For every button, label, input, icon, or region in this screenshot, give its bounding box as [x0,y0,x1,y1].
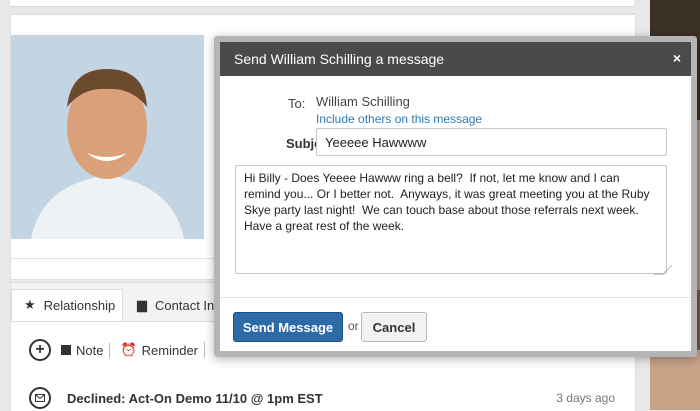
page-top-strip [10,0,634,7]
mail-icon [29,387,51,409]
star-icon: ★ [24,297,36,312]
to-label: To: [288,96,306,111]
dialog-header: Send William Schilling a message × [220,42,691,76]
send-message-button[interactable]: Send Message [233,312,343,342]
include-others-link[interactable]: Include others on this message [316,112,482,126]
close-icon[interactable]: × [673,50,681,66]
message-dialog: Send William Schilling a message × To: W… [214,36,697,357]
action-bar: + Note ⏰ Reminder [29,339,206,361]
note-action[interactable]: Note [61,342,111,358]
add-icon[interactable]: + [29,339,51,361]
profile-photo-image [11,35,204,239]
note-icon [61,345,71,355]
dialog-title: Send William Schilling a message [234,51,445,67]
reminder-action[interactable]: ⏰ Reminder [120,342,206,358]
card-icon: ▆ [137,297,147,312]
activity-text[interactable]: Declined: Act-On Demo 11/10 @ 1pm EST [67,391,323,406]
activity-item: Declined: Act-On Demo 11/10 @ 1pm EST 3 … [29,387,615,409]
message-body[interactable]: Hi Billy - Does Yeeee Hawww ring a bell?… [235,165,667,274]
reminder-label: Reminder [141,342,199,358]
cancel-button[interactable]: Cancel [361,312,427,342]
profile-photo [11,35,204,239]
tab-relationship-label: Relationship [43,297,116,313]
or-text: or [348,319,359,333]
subject-input[interactable] [316,128,667,156]
recipient-name: William Schilling [316,94,410,109]
tab-relationship[interactable]: ★ Relationship [11,289,123,321]
rail-photo-4 [650,350,700,410]
activity-time: 3 days ago [556,391,615,405]
note-label: Note [76,342,104,358]
dialog-footer-divider [220,297,691,298]
clock-icon: ⏰ [120,342,137,357]
